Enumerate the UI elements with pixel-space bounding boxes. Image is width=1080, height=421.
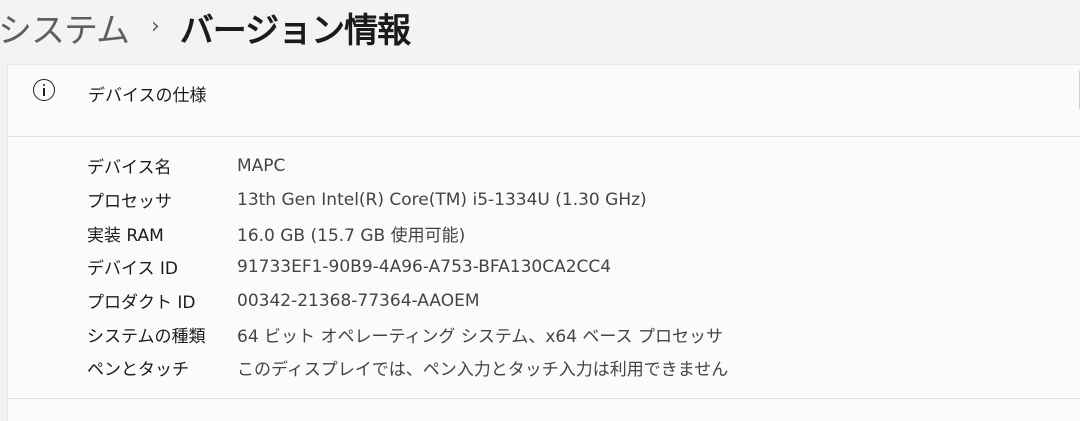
- info-icon: [33, 79, 55, 101]
- breadcrumb-parent-system[interactable]: システム: [0, 3, 130, 52]
- spec-row-ram: 実装 RAM 16.0 GB (15.7 GB 使用可能): [87, 216, 1067, 250]
- spec-value: 13th Gen Intel(R) Core(TM) i5-1334U (1.3…: [237, 189, 647, 210]
- spec-label: デバイス ID: [87, 259, 178, 280]
- spec-label: システムの種類: [87, 326, 206, 347]
- spec-label: ペンとタッチ: [87, 360, 189, 381]
- device-specs-card: デバイスの仕様 デバイス名 MAPC プロセッサ 13th Gen Intel(…: [7, 64, 1080, 421]
- chevron-right-icon: ›: [150, 13, 160, 39]
- device-specs-header[interactable]: デバイスの仕様: [8, 65, 1080, 137]
- spec-label: プロダクト ID: [87, 293, 196, 314]
- spec-value: 91733EF1-90B9-4A96-A753-BFA130CA2CC4: [237, 256, 612, 277]
- spec-row-system-type: システムの種類 64 ビット オペレーティング システム、x64 ベース プロセ…: [87, 317, 1067, 351]
- spec-value: 00342-21368-77364-AAOEM: [237, 290, 480, 311]
- spec-value: 64 ビット オペレーティング システム、x64 ベース プロセッサ: [237, 326, 723, 347]
- device-specs-title: デバイスの仕様: [88, 86, 207, 106]
- spec-value: 16.0 GB (15.7 GB 使用可能): [237, 225, 466, 246]
- page-title: バージョン情報: [179, 10, 411, 51]
- spec-row-processor: プロセッサ 13th Gen Intel(R) Core(TM) i5-1334…: [87, 183, 1067, 217]
- spec-label: プロセッサ: [87, 192, 172, 213]
- spec-value: このディスプレイでは、ペン入力とタッチ入力は利用できません: [237, 360, 729, 381]
- divider: [8, 398, 1080, 399]
- spec-value: MAPC: [237, 155, 286, 176]
- spec-label: 実装 RAM: [87, 225, 164, 246]
- spec-list: デバイス名 MAPC プロセッサ 13th Gen Intel(R) Core(…: [87, 149, 1067, 385]
- breadcrumb: システム › バージョン情報: [0, 0, 411, 54]
- spec-row-device-name: デバイス名 MAPC: [87, 149, 1067, 183]
- spec-row-device-id: デバイス ID 91733EF1-90B9-4A96-A753-BFA130CA…: [87, 250, 1067, 284]
- spec-label: デバイス名: [87, 158, 172, 179]
- spec-row-pen-touch: ペンとタッチ このディスプレイでは、ペン入力とタッチ入力は利用できません: [87, 351, 1067, 385]
- spec-row-product-id: プロダクト ID 00342-21368-77364-AAOEM: [87, 284, 1067, 318]
